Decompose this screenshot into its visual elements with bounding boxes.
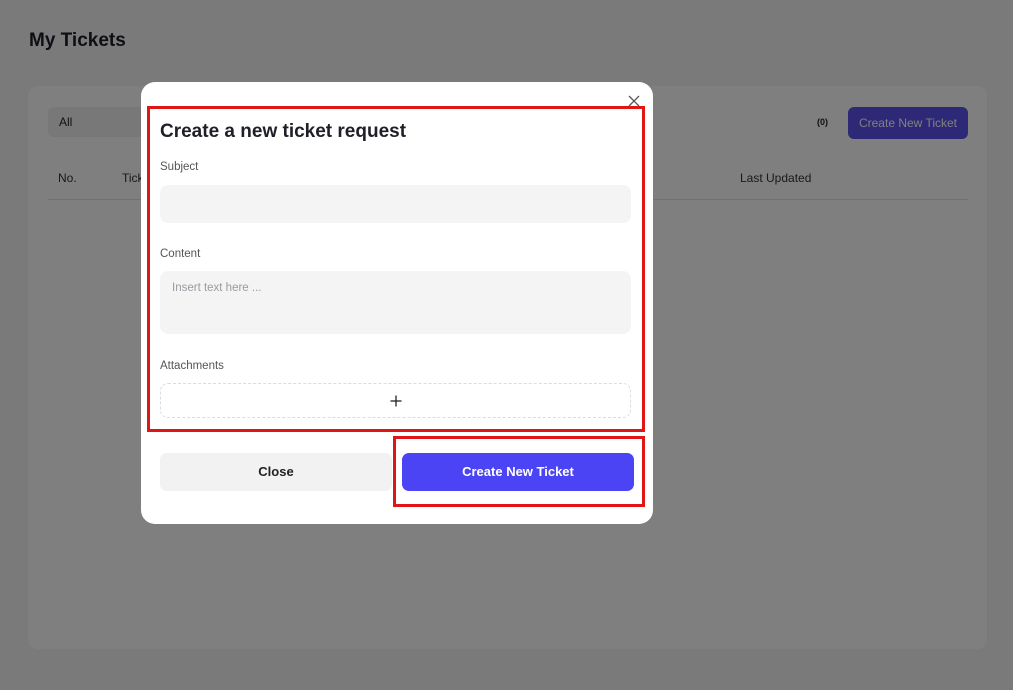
subject-input[interactable] <box>160 185 631 223</box>
content-label: Content <box>160 248 201 260</box>
attachment-dropzone[interactable] <box>160 383 631 418</box>
close-icon[interactable] <box>627 94 641 108</box>
attachments-label: Attachments <box>160 360 224 372</box>
content-textarea[interactable] <box>160 271 631 334</box>
create-ticket-button[interactable]: Create New Ticket <box>402 453 634 491</box>
modal-title: Create a new ticket request <box>160 121 407 142</box>
subject-label: Subject <box>160 161 199 173</box>
create-ticket-modal: Create a new ticket request Subject Cont… <box>141 82 653 524</box>
close-button[interactable]: Close <box>160 453 392 491</box>
plus-icon <box>390 394 402 407</box>
